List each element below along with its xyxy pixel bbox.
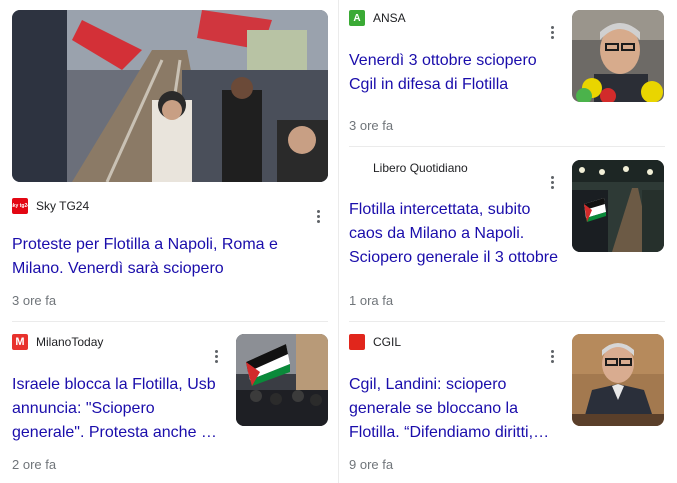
milanotoday-icon: M [12, 334, 28, 350]
news-timestamp: 3 ore fa [12, 293, 57, 308]
more-options-icon[interactable] [310, 208, 326, 224]
news-source-name: Libero Quotidiano [373, 161, 468, 175]
news-source: A ANSA [349, 10, 406, 26]
more-options-icon[interactable] [208, 348, 224, 364]
palestine-flag-crowd-photo [236, 334, 328, 426]
more-options-icon[interactable] [544, 348, 560, 364]
more-options-icon[interactable] [544, 24, 560, 40]
news-image-palestine-flag-crowd[interactable] [236, 334, 328, 426]
news-source-name: MilanoToday [36, 335, 104, 349]
news-image-protest-railway[interactable] [12, 10, 328, 182]
news-source-name: CGIL [373, 335, 402, 349]
news-timestamp: 3 ore fa [349, 118, 394, 133]
news-source: sky tg24 Sky TG24 [10, 198, 90, 214]
news-headline[interactable]: Israele blocca la Flotilla, Usb annuncia… [12, 373, 224, 445]
card-separator [12, 321, 328, 322]
ansa-icon: A [349, 10, 365, 26]
news-headline[interactable]: Venerdì 3 ottobre sciopero Cgil in difes… [349, 49, 561, 97]
news-source-name: ANSA [373, 11, 406, 25]
news-image-station-protest[interactable] [572, 160, 664, 252]
card-separator [349, 146, 665, 147]
news-timestamp: 9 ore fa [349, 457, 394, 472]
station-protest-photo [572, 160, 664, 252]
news-source: M MilanoToday [12, 334, 103, 350]
news-timestamp: 2 ore fa [12, 457, 57, 472]
news-source: Libero Quotidiano [349, 160, 468, 176]
news-image-landini-portrait[interactable] [572, 334, 664, 426]
news-headline[interactable]: Flotilla intercettata, subito caos da Mi… [349, 198, 563, 270]
libero-quotidiano-icon [349, 160, 365, 176]
news-image-landini-microphones[interactable] [572, 10, 664, 102]
news-timestamp: 1 ora fa [349, 293, 394, 308]
news-source: CGIL [349, 334, 401, 350]
news-headline[interactable]: Cgil, Landini: sciopero generale se bloc… [349, 373, 561, 445]
more-options-icon[interactable] [544, 174, 560, 190]
news-source-name: Sky TG24 [36, 199, 90, 213]
cgil-icon [349, 334, 365, 350]
column-separator [338, 0, 339, 483]
protest-railway-photo [12, 10, 328, 182]
landini-microphones-photo [572, 10, 664, 102]
landini-portrait-photo [572, 334, 664, 426]
news-headline[interactable]: Proteste per Flotilla a Napoli, Roma e M… [12, 233, 318, 281]
card-separator [349, 321, 665, 322]
sky-tg24-icon: sky tg24 [10, 198, 30, 214]
